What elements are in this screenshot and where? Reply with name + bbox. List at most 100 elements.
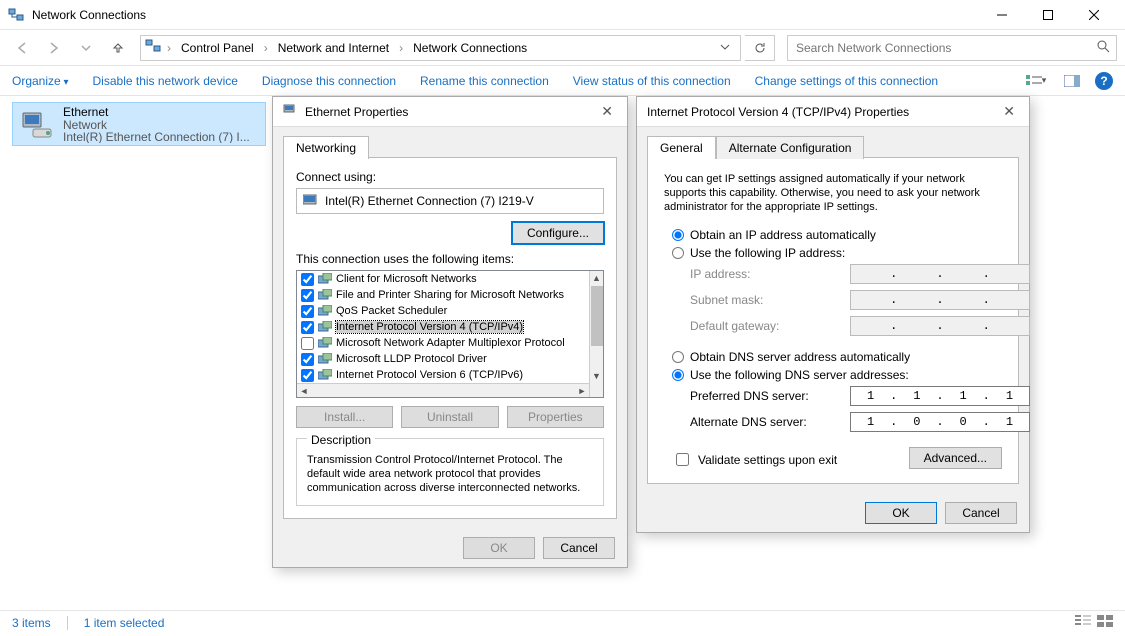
tab-networking[interactable]: Networking [283, 136, 369, 159]
preview-pane-button[interactable] [1059, 70, 1085, 92]
titlebar: Network Connections [0, 0, 1125, 30]
dialog-button-row: OK Cancel [273, 529, 627, 567]
breadcrumb-control-panel[interactable]: Control Panel [177, 41, 258, 55]
content-area: Ethernet Network Intel(R) Ethernet Conne… [0, 96, 1125, 636]
breadcrumb-network-internet[interactable]: Network and Internet [274, 41, 393, 55]
dialog-title: Internet Protocol Version 4 (TCP/IPv4) P… [647, 105, 909, 119]
network-connections-icon [145, 38, 161, 57]
dialog-titlebar[interactable]: Ethernet Properties ✕ [273, 97, 627, 127]
forward-button[interactable] [40, 34, 68, 62]
chevron-right-icon[interactable]: › [397, 41, 405, 55]
protocol-icon [318, 288, 332, 302]
dns-manual-radio[interactable] [672, 369, 684, 381]
protocol-checkbox[interactable] [301, 321, 314, 334]
validate-checkbox[interactable] [676, 453, 689, 466]
details-view-icon[interactable] [1075, 615, 1091, 630]
ip-auto-radio[interactable] [672, 229, 684, 241]
protocol-checkbox[interactable] [301, 273, 314, 286]
ip-manual-radio[interactable] [672, 247, 684, 259]
recent-dropdown[interactable] [72, 34, 100, 62]
validate-settings-row: Validate settings upon exit [672, 450, 837, 469]
view-status-button[interactable]: View status of this connection [573, 74, 731, 88]
protocol-label: QoS Packet Scheduler [336, 305, 447, 317]
organize-menu[interactable]: Organize [12, 74, 69, 88]
diagnose-button[interactable]: Diagnose this connection [262, 74, 396, 88]
protocol-icon [318, 336, 332, 350]
address-dropdown[interactable] [714, 41, 736, 55]
subnet-mask-input: . . . [850, 290, 1030, 310]
disable-device-button[interactable]: Disable this network device [93, 74, 238, 88]
dialog-titlebar[interactable]: Internet Protocol Version 4 (TCP/IPv4) P… [637, 97, 1029, 127]
protocol-row[interactable]: Internet Protocol Version 6 (TCP/IPv6) [297, 367, 603, 383]
horizontal-scrollbar[interactable]: ◄ ► [297, 383, 589, 397]
preferred-dns-label: Preferred DNS server: [690, 389, 850, 403]
protocol-row[interactable]: Microsoft Network Adapter Multiplexor Pr… [297, 335, 603, 351]
cancel-button[interactable]: Cancel [945, 502, 1017, 524]
dns-auto-radio[interactable] [672, 351, 684, 363]
tab-strip: Networking [273, 127, 627, 158]
protocol-checkbox[interactable] [301, 337, 314, 350]
breadcrumb-network-connections[interactable]: Network Connections [409, 41, 531, 55]
search-box[interactable] [787, 35, 1117, 61]
close-button[interactable] [1071, 0, 1117, 30]
search-input[interactable] [794, 40, 1096, 56]
command-bar: Organize Disable this network device Dia… [0, 66, 1125, 96]
ip-manual-label: Use the following IP address: [690, 246, 845, 260]
maximize-button[interactable] [1025, 0, 1071, 30]
properties-button[interactable]: Properties [507, 406, 604, 428]
protocol-row[interactable]: QoS Packet Scheduler [297, 303, 603, 319]
vertical-scrollbar[interactable]: ▲ ▼ [589, 271, 603, 397]
minimize-button[interactable] [979, 0, 1025, 30]
help-button[interactable]: ? [1095, 72, 1113, 90]
up-button[interactable] [104, 34, 132, 62]
chevron-right-icon[interactable]: › [262, 41, 270, 55]
description-group: Description Transmission Control Protoco… [296, 438, 604, 506]
rename-button[interactable]: Rename this connection [420, 74, 549, 88]
large-icons-view-icon[interactable] [1097, 615, 1113, 630]
view-options-button[interactable]: ▾ [1023, 70, 1049, 92]
close-icon[interactable]: ✕ [999, 103, 1019, 120]
refresh-button[interactable] [745, 35, 775, 61]
gateway-input: . . . [850, 316, 1030, 336]
protocol-checkbox[interactable] [301, 289, 314, 302]
protocol-checkbox[interactable] [301, 369, 314, 382]
chevron-right-icon[interactable]: › [165, 41, 173, 55]
ok-button[interactable]: OK [463, 537, 535, 559]
protocol-row[interactable]: Client for Microsoft Networks [297, 271, 603, 287]
protocol-icon [318, 304, 332, 318]
alternate-dns-input[interactable]: 1. 0. 0. 1 [850, 412, 1030, 432]
install-button[interactable]: Install... [296, 406, 393, 428]
dialog-title: Ethernet Properties [305, 105, 408, 119]
protocol-row[interactable]: File and Printer Sharing for Microsoft N… [297, 287, 603, 303]
tab-alternate-configuration[interactable]: Alternate Configuration [716, 136, 865, 159]
connection-text: Ethernet Network Intel(R) Ethernet Conne… [63, 105, 250, 143]
change-settings-button[interactable]: Change settings of this connection [755, 74, 938, 88]
configure-button[interactable]: Configure... [512, 222, 604, 244]
status-selected-count: 1 item selected [84, 616, 165, 630]
status-item-count: 3 items [12, 616, 51, 630]
uninstall-button[interactable]: Uninstall [401, 406, 498, 428]
ip-address-label: IP address: [690, 267, 850, 281]
ok-button[interactable]: OK [865, 502, 937, 524]
scroll-thumb[interactable] [591, 286, 603, 346]
back-button[interactable] [8, 34, 36, 62]
close-icon[interactable]: ✕ [597, 103, 617, 120]
adapter-name: Intel(R) Ethernet Connection (7) I219-V [325, 194, 534, 208]
protocol-list[interactable]: Client for Microsoft Networks File and Pr… [296, 270, 604, 398]
protocol-checkbox[interactable] [301, 353, 314, 366]
protocol-checkbox[interactable] [301, 305, 314, 318]
adapter-box[interactable]: Intel(R) Ethernet Connection (7) I219-V [296, 188, 604, 214]
protocol-icon [318, 272, 332, 286]
connection-item-ethernet[interactable]: Ethernet Network Intel(R) Ethernet Conne… [12, 102, 266, 146]
protocol-row[interactable]: Microsoft LLDP Protocol Driver [297, 351, 603, 367]
protocol-row[interactable]: Internet Protocol Version 4 (TCP/IPv4) [297, 319, 603, 335]
tab-general[interactable]: General [647, 136, 716, 159]
cancel-button[interactable]: Cancel [543, 537, 615, 559]
search-icon[interactable] [1096, 39, 1110, 56]
ethernet-adapter-icon [17, 105, 57, 145]
protocol-label: Client for Microsoft Networks [336, 273, 477, 285]
protocol-label: Microsoft LLDP Protocol Driver [336, 353, 487, 365]
preferred-dns-input[interactable]: 1. 1. 1. 1 [850, 386, 1030, 406]
advanced-button[interactable]: Advanced... [909, 447, 1002, 469]
address-bar[interactable]: › Control Panel › Network and Internet ›… [140, 35, 741, 61]
